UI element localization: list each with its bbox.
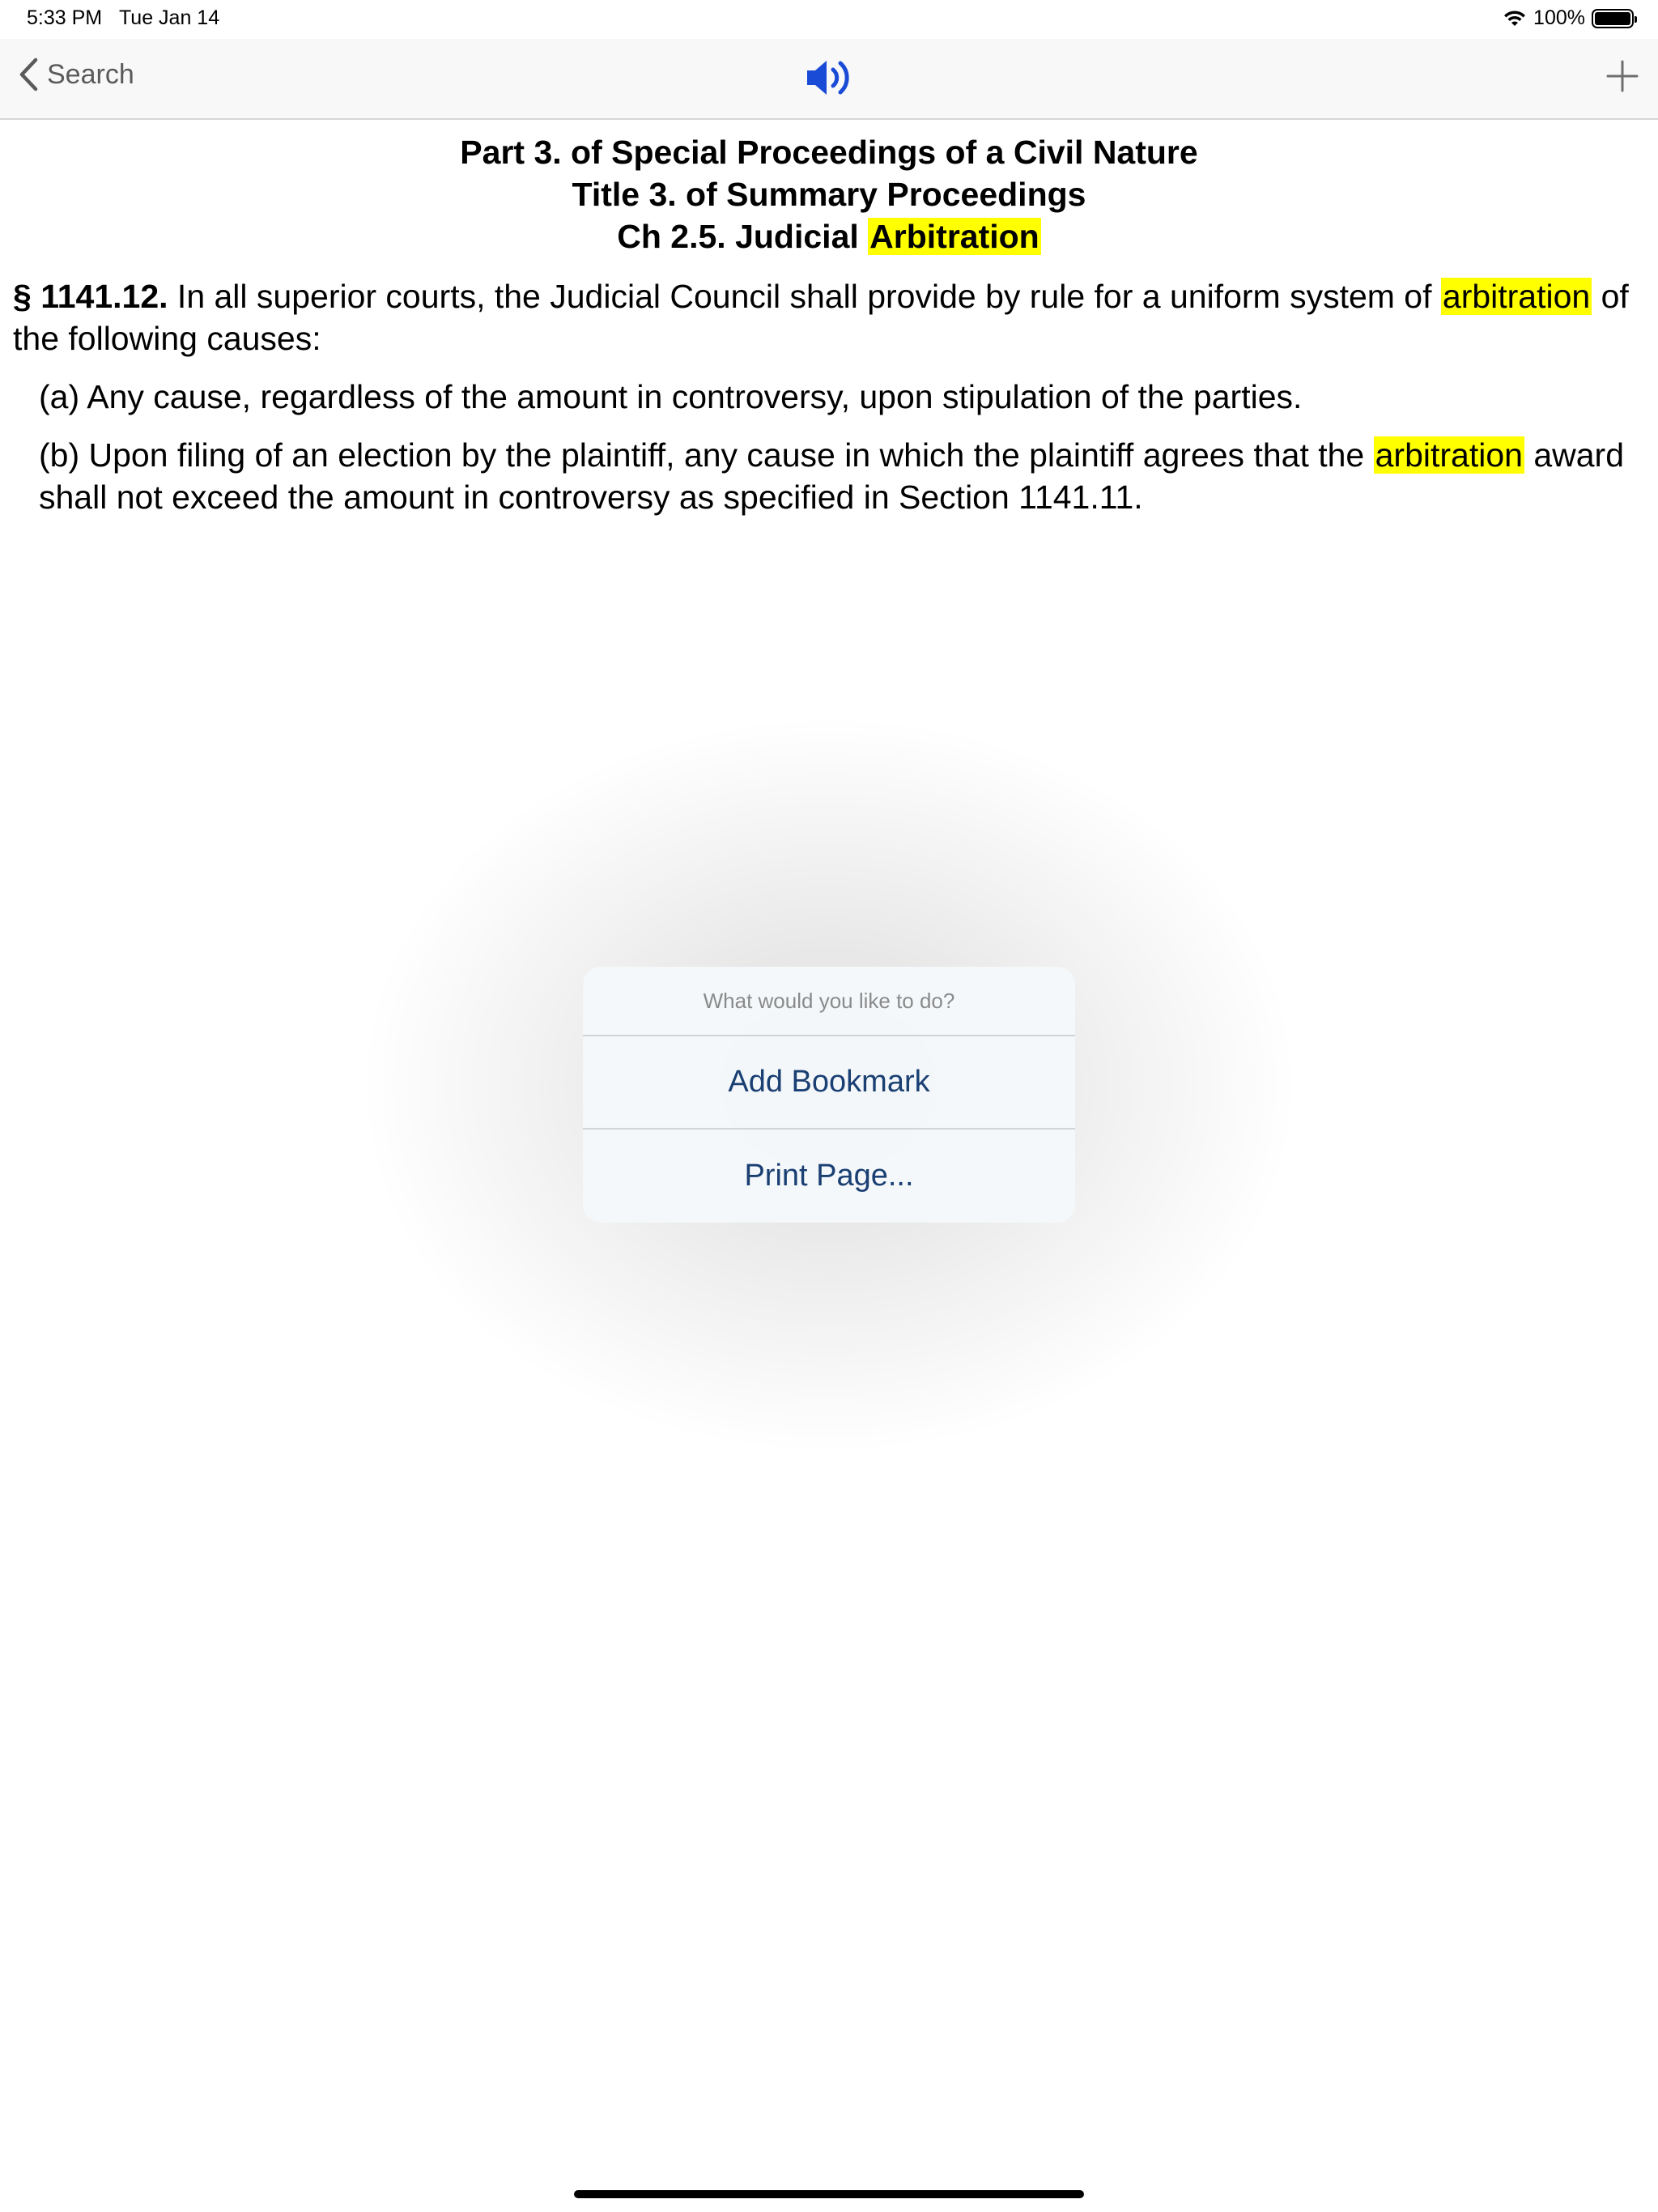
add-bookmark-button[interactable]: Add Bookmark — [583, 1036, 1075, 1129]
highlighted-term: arbitration — [1440, 278, 1592, 315]
highlighted-term: arbitration — [1373, 436, 1524, 474]
navigation-bar: Search — [0, 39, 1658, 120]
plus-icon — [1606, 60, 1639, 92]
back-button[interactable]: Search — [18, 57, 134, 92]
battery-icon — [1592, 8, 1637, 28]
status-time: 5:33 PM Tue Jan 14 — [27, 6, 219, 30]
speaker-button[interactable] — [804, 57, 854, 103]
heading-chapter-prefix: Ch 2.5. Judicial — [617, 218, 859, 255]
section-text-before: In all superior courts, the Judicial Cou… — [168, 278, 1441, 315]
section-paragraph: § 1141.12. In all superior courts, the J… — [13, 275, 1640, 359]
subsection-a: (a) Any cause, regardless of the amount … — [39, 378, 1303, 415]
back-label: Search — [47, 58, 134, 90]
time-text: 5:33 PM — [27, 6, 103, 29]
action-sheet: What would you like to do? Add Bookmark … — [583, 967, 1075, 1223]
date-text: Tue Jan 14 — [118, 6, 220, 29]
chevron-left-icon — [19, 57, 38, 91]
status-right: 100% — [1503, 6, 1637, 30]
battery-percent: 100% — [1533, 6, 1585, 29]
document-body: § 1141.12. In all superior courts, the J… — [13, 275, 1640, 518]
heading-chapter: Ch 2.5. Judicial Arbitration — [0, 215, 1658, 257]
battery-nub — [1635, 15, 1637, 23]
add-button[interactable] — [1605, 58, 1640, 98]
highlighted-term: Arbitration — [868, 218, 1041, 255]
heading-title: Title 3. of Summary Proceedings — [572, 176, 1086, 213]
speaker-icon — [807, 61, 849, 95]
subsection-b: (b) Upon filing of an election by the pl… — [13, 434, 1640, 518]
document-heading: Part 3. of Special Proceedings of a Civi… — [0, 131, 1658, 257]
action-sheet-title: What would you like to do? — [583, 967, 1075, 1036]
heading-part: Part 3. of Special Proceedings of a Civi… — [460, 134, 1198, 171]
home-indicator[interactable] — [574, 2190, 1084, 2198]
wifi-icon — [1504, 10, 1526, 26]
battery-fill — [1595, 11, 1630, 25]
section-number: § 1141.12. — [13, 278, 168, 315]
status-bar: 5:33 PM Tue Jan 14 100% — [0, 0, 1658, 39]
subsection-b-before: (b) Upon filing of an election by the pl… — [39, 436, 1374, 474]
print-page-button[interactable]: Print Page... — [583, 1129, 1075, 1223]
